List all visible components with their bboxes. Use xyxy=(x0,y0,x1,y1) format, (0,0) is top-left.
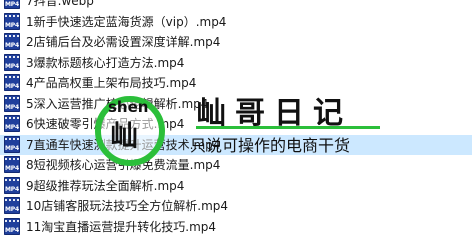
mp4-icon-tag: MP4 xyxy=(5,62,19,70)
file-name: 3爆款标题核心打造方法.mp4 xyxy=(26,55,185,70)
file-name: 11淘宝直播运营提升转化技巧.mp4 xyxy=(26,219,217,234)
file-list: MP4 7抖音.webp MP4 1新手快速选定蓝海货源（vip）.mp4 MP4 2店铺… xyxy=(0,0,472,242)
mp4-icon-tag: MP4 xyxy=(5,124,19,131)
file-name: 10店铺客服玩法技巧全方位解析.mp4 xyxy=(26,199,229,213)
file-row[interactable]: MP4 5深入运营推广核心逻辑解析.mp4 xyxy=(0,94,472,114)
mp4-icon-tag: MP4 xyxy=(5,83,19,90)
mp4-video-file-icon: MP4 xyxy=(4,94,20,112)
file-row[interactable]: MP4 7抖音.webp xyxy=(0,0,472,11)
file-name: 7抖音.webp xyxy=(26,0,94,8)
mp4-video-file-icon: MP4 xyxy=(4,217,20,235)
mp4-video-file-icon: MP4 xyxy=(4,176,20,194)
mp4-video-file-icon: MP4 xyxy=(4,115,20,132)
file-row[interactable]: MP4 11淘宝直播运营提升转化技巧.mp4 xyxy=(0,217,472,237)
file-name: 9超级推荐玩法全面解析.mp4 xyxy=(26,178,185,193)
file-row[interactable]: MP4 6快速破零引爆产品方式.mp4 xyxy=(0,114,472,134)
file-name: 4产品高权重上架布局技巧.mp4 xyxy=(26,76,197,90)
file-row[interactable]: MP4 4产品高权重上架布局技巧.mp4 xyxy=(0,73,472,93)
file-name: 8短视频核心运营引爆免费流量.mp4 xyxy=(26,158,221,172)
file-row[interactable]: MP4 8短视频核心运营引爆免费流量.mp4 xyxy=(0,155,472,175)
mp4-icon-tag: MP4 xyxy=(5,21,19,29)
mp4-video-file-icon: MP4 xyxy=(4,53,20,71)
file-name: 6快速破零引爆产品方式.mp4 xyxy=(26,117,185,131)
mp4-video-file-icon: MP4 xyxy=(4,74,20,91)
file-name: 7直通车快速测款提升运营技术.mp4 xyxy=(26,137,221,152)
mp4-icon-tag: MP4 xyxy=(5,185,19,193)
file-row[interactable]: MP4 2店铺后台及必需设置深度详解.mp4 xyxy=(0,32,472,52)
mp4-icon-tag: MP4 xyxy=(5,42,19,49)
file-row[interactable]: MP4 3爆款标题核心打造方法.mp4 xyxy=(0,53,472,73)
mp4-video-file-icon: MP4 xyxy=(4,12,20,30)
mp4-icon-tag: MP4 xyxy=(5,226,19,234)
mp4-icon-tag: MP4 xyxy=(5,1,19,8)
mp4-icon-tag: MP4 xyxy=(5,103,19,111)
mp4-video-file-icon: MP4 xyxy=(4,0,20,9)
mp4-icon-tag: MP4 xyxy=(5,206,19,213)
file-name: 2店铺后台及必需设置深度详解.mp4 xyxy=(26,35,221,49)
file-row[interactable]: MP4 10店铺客服玩法技巧全方位解析.mp4 xyxy=(0,196,472,216)
mp4-video-file-icon: MP4 xyxy=(4,156,20,173)
mp4-icon-tag: MP4 xyxy=(5,165,19,172)
mp4-video-file-icon: MP4 xyxy=(4,33,20,50)
mp4-icon-tag: MP4 xyxy=(5,144,19,152)
file-row[interactable]: MP4 7直通车快速测款提升运营技术.mp4 xyxy=(0,134,472,155)
mp4-video-file-icon: MP4 xyxy=(4,197,20,214)
mp4-video-file-icon: MP4 xyxy=(4,135,20,153)
file-row[interactable]: MP4 1新手快速选定蓝海货源（vip）.mp4 xyxy=(0,12,472,32)
file-name: 1新手快速选定蓝海货源（vip）.mp4 xyxy=(26,14,227,29)
file-row[interactable]: MP4 9超级推荐玩法全面解析.mp4 xyxy=(0,176,472,196)
file-name: 5深入运营推广核心逻辑解析.mp4 xyxy=(26,96,209,111)
